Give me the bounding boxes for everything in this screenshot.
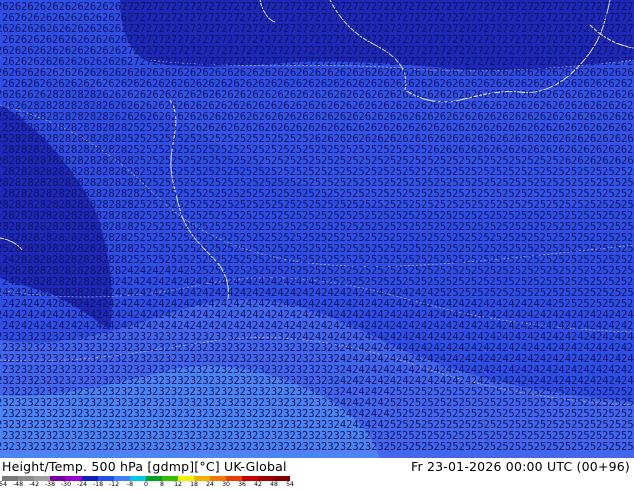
contour-label: 23: [371, 441, 384, 453]
contour-label: 23: [246, 441, 259, 453]
contour-label: 25: [596, 441, 609, 453]
contour-label: 23: [59, 441, 72, 453]
colorbar-tick-label: 24: [206, 481, 214, 488]
contour-label: 25: [421, 441, 434, 453]
contour-label: 23: [309, 441, 322, 453]
contour-label: 23: [9, 441, 22, 453]
contour-label: 25: [396, 441, 409, 453]
contour-label: 23: [159, 441, 172, 453]
contour-label: 23: [134, 441, 147, 453]
contour-label: 25: [546, 441, 559, 453]
contour-label: 23: [334, 441, 347, 453]
contour-label: 25: [571, 441, 584, 453]
contour-label: 25: [509, 441, 522, 453]
colorbar-tick-label: -48: [12, 481, 24, 488]
contour-label: 23: [196, 441, 209, 453]
colorbar-tick-label: 48: [270, 481, 278, 488]
contour-label: 23: [171, 441, 184, 453]
contour-label: 23: [96, 441, 109, 453]
contour-label: 25: [459, 441, 472, 453]
contour-label: 23: [121, 441, 134, 453]
colorbar-tick-label: -42: [28, 481, 40, 488]
contour-label: 23: [346, 441, 359, 453]
contour-label: 23: [21, 441, 34, 453]
contour-label: 23: [71, 441, 84, 453]
contour-label: 25: [584, 441, 597, 453]
contour-label: 25: [621, 441, 634, 453]
contour-label: 23: [0, 441, 9, 453]
colorbar-tick-label: 30: [222, 481, 230, 488]
contour-label: 23: [221, 441, 234, 453]
colorbar-tick-label: -18: [92, 481, 104, 488]
contour-label: 25: [496, 441, 509, 453]
colorbar-tick-label: 36: [238, 481, 246, 488]
weather-map[interactable]: 2626262626262626262627272727272727272727…: [0, 0, 634, 458]
colorbar-tick-label: -30: [60, 481, 72, 488]
colorbar-tick-label: -24: [76, 481, 88, 488]
contour-label: 23: [296, 441, 309, 453]
contour-label: 25: [521, 441, 534, 453]
contour-label: 25: [446, 441, 459, 453]
contour-label: 23: [46, 441, 59, 453]
contour-label: 25: [434, 441, 447, 453]
contour-label: 23: [321, 441, 334, 453]
contour-label: 25: [609, 441, 622, 453]
contour-label: 23: [84, 441, 97, 453]
map-footer: Height/Temp. 500 hPa [gdmp][°C] UK-Globa…: [0, 458, 634, 490]
contour-label: 23: [234, 441, 247, 453]
colorbar-tick-label: 8: [160, 481, 164, 488]
colorbar-tick-label: 12: [174, 481, 182, 488]
map-title: Height/Temp. 500 hPa [gdmp][°C] UK-Globa…: [2, 459, 287, 474]
colorbar-tick-label: 42: [254, 481, 262, 488]
contour-label: 23: [184, 441, 197, 453]
colorbar-tick-label: 0: [144, 481, 148, 488]
contour-label: 25: [484, 441, 497, 453]
contour-label: 23: [271, 441, 284, 453]
contour-label: 23: [259, 441, 272, 453]
contour-label: 25: [409, 441, 422, 453]
contour-label: 25: [471, 441, 484, 453]
contour-label: 25: [384, 441, 397, 453]
contour-label: 25: [559, 441, 572, 453]
contour-label: 23: [109, 441, 122, 453]
contour-label: 23: [359, 441, 372, 453]
colorbar-tick-label: -12: [108, 481, 120, 488]
contour-label: 23: [284, 441, 297, 453]
colorbar-tick-label: -38: [44, 481, 56, 488]
colorbar-tick-label: -54: [0, 481, 8, 488]
contour-label: 23: [146, 441, 159, 453]
contour-value-labels: 2626262626262626262627272727272727272727…: [0, 1, 634, 453]
colorbar-tick-label: 18: [190, 481, 198, 488]
contour-label: 25: [534, 441, 547, 453]
contour-label: 23: [209, 441, 222, 453]
colorbar-tick-label: -8: [126, 481, 134, 488]
contour-label: 23: [34, 441, 47, 453]
colorbar-tick-label: 54: [286, 481, 294, 488]
valid-time: Fr 23-01-2026 00:00 UTC (00+96): [411, 459, 630, 474]
colorbar-ticks: -54 -48 -42 -38 -30 -24 -18 -12 -8 0 8 12 18 24 30 36 42…: [0, 481, 300, 490]
